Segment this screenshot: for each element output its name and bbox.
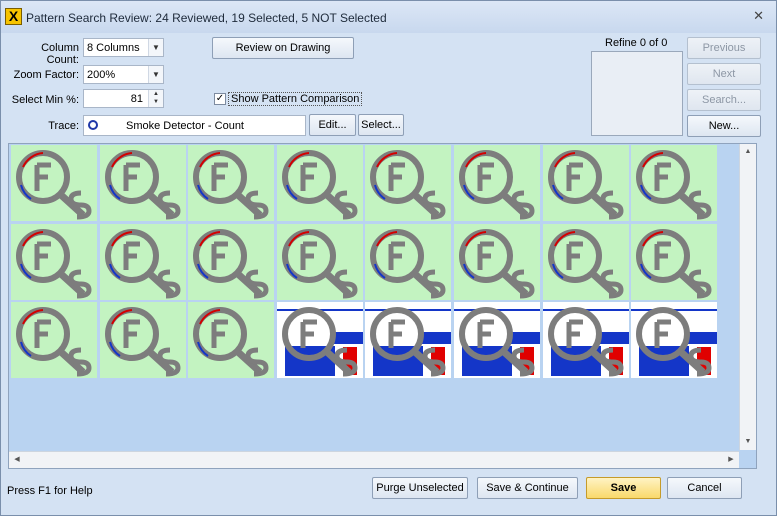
pattern-tile[interactable] <box>11 145 97 221</box>
column-count-value: 8 Columns <box>87 42 140 54</box>
smoke-detector-symbol-icon <box>547 228 624 299</box>
smoke-detector-symbol-icon <box>193 307 269 377</box>
pattern-tile[interactable] <box>365 145 452 221</box>
pattern-tile[interactable] <box>99 145 186 221</box>
pattern-tile[interactable] <box>454 145 540 221</box>
smoke-detector-symbol-icon <box>276 307 363 377</box>
smoke-detector-symbol-icon <box>370 150 446 220</box>
previous-button[interactable]: Previous <box>687 37 761 59</box>
window-title: Pattern Search Review: 24 Reviewed, 19 S… <box>26 11 387 25</box>
zoom-factor-select[interactable]: 200% ▼ <box>83 65 164 84</box>
pattern-tile[interactable] <box>276 223 363 300</box>
refine-label: Refine 0 of 0 <box>605 37 668 49</box>
pattern-tile[interactable] <box>454 302 540 379</box>
smoke-detector-symbol-icon <box>459 228 535 299</box>
pattern-tile[interactable] <box>99 223 186 300</box>
select-button[interactable]: Select... <box>358 114 404 136</box>
smoke-detector-symbol-icon <box>454 307 540 377</box>
scroll-up-icon[interactable]: ▲ <box>740 144 756 160</box>
pattern-tile[interactable] <box>542 145 629 221</box>
smoke-detector-symbol-icon <box>281 150 358 220</box>
scroll-down-icon[interactable]: ▼ <box>740 434 756 450</box>
smoke-detector-symbol-icon <box>104 228 181 299</box>
horizontal-scrollbar[interactable]: ◀ ▶ <box>9 451 739 468</box>
cancel-button[interactable]: Cancel <box>667 477 742 499</box>
pattern-tile[interactable] <box>276 145 363 221</box>
trace-label: Trace: <box>48 120 79 132</box>
smoke-detector-symbol-icon <box>365 307 452 377</box>
status-help-text: Press F1 for Help <box>7 485 93 497</box>
pattern-tile[interactable] <box>631 302 718 379</box>
column-count-select[interactable]: 8 Columns ▼ <box>83 38 164 57</box>
next-button[interactable]: Next <box>687 63 761 85</box>
app-x-icon: X <box>5 8 22 25</box>
refine-preview <box>591 51 683 136</box>
show-comparison-checkbox[interactable]: ✓ <box>214 93 226 105</box>
smoke-detector-symbol-icon <box>636 150 712 220</box>
smoke-detector-symbol-icon <box>281 228 358 299</box>
column-count-label: Column Count: <box>41 42 79 66</box>
pattern-search-review-window: X Pattern Search Review: 24 Reviewed, 19… <box>0 0 777 516</box>
pattern-grid: ▲ ▼ ◀ ▶ <box>8 143 757 469</box>
pattern-tile[interactable] <box>454 223 540 300</box>
pattern-tile[interactable] <box>188 223 275 300</box>
select-min-spinner[interactable]: 81 ▲ ▼ <box>83 89 164 108</box>
zoom-factor-value: 200% <box>87 69 116 81</box>
review-on-drawing-button[interactable]: Review on Drawing <box>212 37 354 59</box>
smoke-detector-symbol-icon <box>636 228 712 299</box>
pattern-tile[interactable] <box>365 223 452 300</box>
trace-circle-icon <box>88 120 98 130</box>
pattern-tile[interactable] <box>365 302 452 379</box>
smoke-detector-symbol-icon <box>104 307 181 377</box>
select-min-label: Select Min %: <box>11 94 79 106</box>
save-button[interactable]: Save <box>586 477 661 499</box>
pattern-tile[interactable] <box>276 302 363 379</box>
edit-button[interactable]: Edit... <box>309 114 356 136</box>
smoke-detector-symbol-icon <box>16 228 92 299</box>
smoke-detector-symbol-icon <box>370 228 446 299</box>
pattern-tile[interactable] <box>631 145 718 221</box>
title-bar: X Pattern Search Review: 24 Reviewed, 19… <box>1 1 776 33</box>
chevron-down-icon[interactable]: ▼ <box>148 39 163 56</box>
trace-value: Smoke Detector - Count <box>126 120 244 132</box>
scroll-right-icon[interactable]: ▶ <box>723 452 739 468</box>
smoke-detector-symbol-icon <box>631 307 718 377</box>
spin-down-icon[interactable]: ▼ <box>149 98 163 106</box>
smoke-detector-symbol-icon <box>16 307 92 377</box>
pattern-tile[interactable] <box>11 223 97 300</box>
zoom-factor-label: Zoom Factor: <box>13 69 79 81</box>
chevron-down-icon[interactable]: ▼ <box>148 66 163 83</box>
pattern-tile[interactable] <box>542 223 629 300</box>
trace-field[interactable]: Smoke Detector - Count <box>83 115 306 136</box>
smoke-detector-symbol-icon <box>104 150 181 220</box>
show-comparison-label[interactable]: Show Pattern Comparison <box>228 92 363 106</box>
smoke-detector-symbol-icon <box>459 150 535 220</box>
pattern-tile[interactable] <box>99 302 186 379</box>
smoke-detector-symbol-icon <box>193 150 269 220</box>
pattern-tile[interactable] <box>188 302 275 379</box>
new-button[interactable]: New... <box>687 115 761 137</box>
smoke-detector-symbol-icon <box>542 307 629 377</box>
pattern-tiles <box>11 145 723 381</box>
save-continue-button[interactable]: Save & Continue <box>477 477 578 499</box>
smoke-detector-symbol-icon <box>193 228 269 299</box>
pattern-tile[interactable] <box>11 302 97 379</box>
smoke-detector-symbol-icon <box>547 150 624 220</box>
scroll-left-icon[interactable]: ◀ <box>9 452 25 468</box>
spin-up-icon[interactable]: ▲ <box>149 90 163 98</box>
spinner-buttons[interactable]: ▲ ▼ <box>148 90 163 107</box>
search-button[interactable]: Search... <box>687 89 761 111</box>
pattern-tile[interactable] <box>542 302 629 379</box>
pattern-tile[interactable] <box>631 223 718 300</box>
pattern-tile[interactable] <box>188 145 275 221</box>
vertical-scrollbar[interactable]: ▲ ▼ <box>739 144 756 450</box>
close-icon[interactable]: ✕ <box>753 8 764 24</box>
smoke-detector-symbol-icon <box>16 150 92 220</box>
purge-unselected-button[interactable]: Purge Unselected <box>372 477 468 499</box>
select-min-value: 81 <box>130 93 143 105</box>
